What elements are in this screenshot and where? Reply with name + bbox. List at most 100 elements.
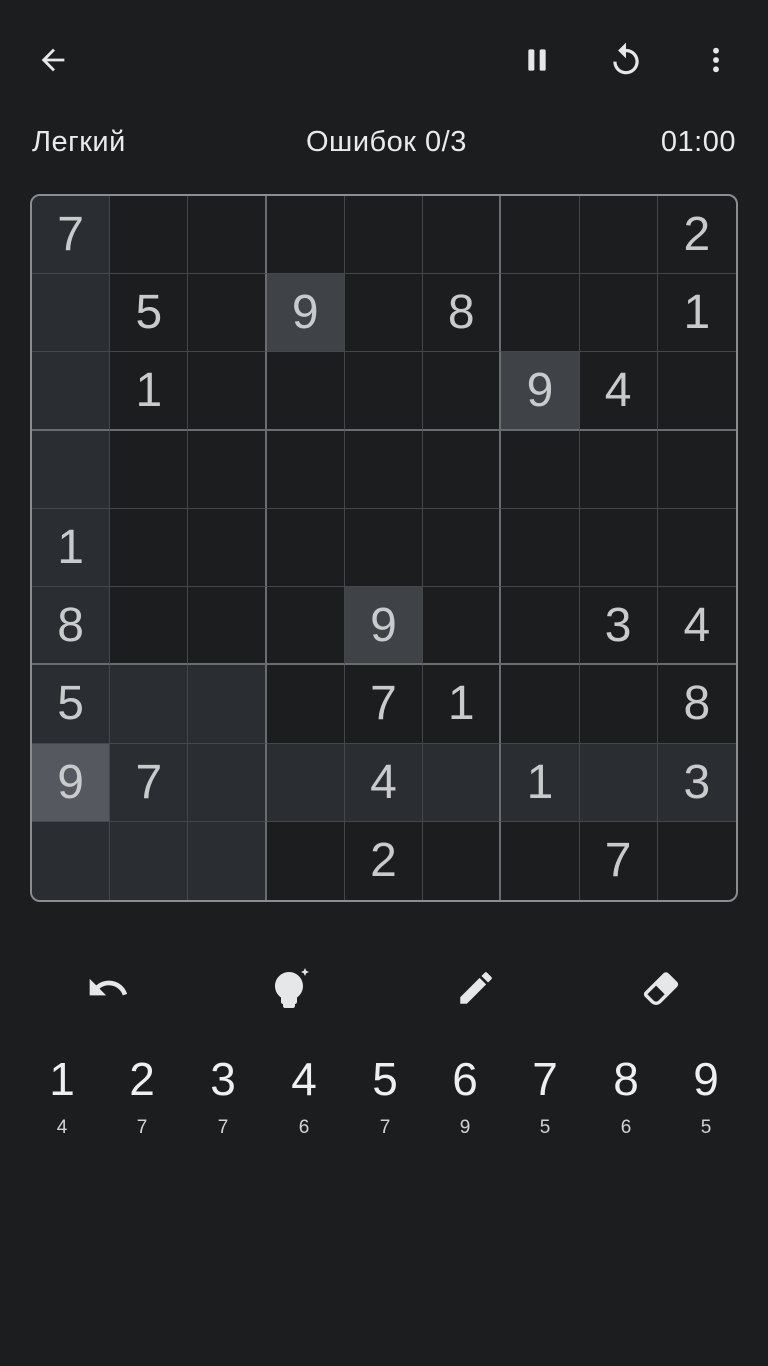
more-menu-button[interactable]: [688, 32, 744, 88]
cell-r6c2[interactable]: [110, 587, 189, 666]
cell-r4c6[interactable]: [423, 430, 502, 509]
cell-r7c6[interactable]: 1: [423, 665, 502, 744]
numpad-key-2[interactable]: 27: [102, 1045, 182, 1150]
cell-r6c3[interactable]: [188, 587, 267, 666]
cell-r9c4[interactable]: [267, 821, 345, 900]
cell-r5c2[interactable]: [110, 508, 189, 588]
cell-r4c9[interactable]: [657, 431, 736, 509]
cell-r6c1[interactable]: 8: [32, 587, 111, 666]
cell-r4c3[interactable]: [188, 430, 267, 509]
cell-r7c7[interactable]: [501, 665, 580, 744]
cell-r8c1[interactable]: 9: [32, 743, 111, 822]
cell-r2c8[interactable]: [579, 274, 658, 353]
cell-r1c2[interactable]: [110, 196, 189, 275]
cell-r9c8[interactable]: 7: [580, 821, 658, 900]
numpad-key-9[interactable]: 95: [666, 1045, 746, 1150]
cell-r8c2[interactable]: 7: [110, 743, 189, 822]
cell-r2c7[interactable]: [501, 274, 580, 353]
cell-r5c4[interactable]: [266, 508, 345, 588]
back-button[interactable]: [25, 32, 81, 88]
cell-r9c1[interactable]: [32, 821, 111, 900]
cell-r3c1[interactable]: [32, 352, 111, 431]
cell-r1c4[interactable]: [266, 196, 345, 275]
cell-r4c8[interactable]: [579, 430, 658, 509]
numpad-key-1[interactable]: 14: [22, 1045, 102, 1150]
numpad-remaining-count: 4: [56, 1117, 68, 1138]
cell-r4c7[interactable]: [501, 430, 580, 509]
cell-r2c3[interactable]: [188, 274, 267, 353]
cell-r3c9[interactable]: [657, 352, 736, 431]
cell-r9c5[interactable]: 2: [345, 821, 424, 900]
cell-r9c9[interactable]: [658, 822, 736, 900]
cell-r4c5[interactable]: [344, 430, 424, 509]
hint-button[interactable]: [254, 958, 324, 1018]
cell-r8c5[interactable]: 4: [344, 743, 424, 822]
cell-r7c1[interactable]: 5: [32, 665, 111, 744]
cell-r5c3[interactable]: [188, 508, 267, 588]
cell-r9c6[interactable]: [423, 821, 502, 900]
cell-r2c4[interactable]: 9: [266, 274, 345, 353]
cell-r3c7[interactable]: 9: [501, 352, 580, 431]
cell-r5c5[interactable]: [344, 508, 424, 588]
cell-r7c8[interactable]: [579, 665, 658, 744]
cell-r7c9[interactable]: 8: [657, 665, 736, 744]
numpad-key-3[interactable]: 37: [183, 1045, 263, 1150]
cell-r5c1[interactable]: 1: [32, 508, 111, 588]
cell-r7c2[interactable]: [110, 665, 189, 744]
cell-r5c6[interactable]: [423, 508, 502, 588]
cell-r8c4[interactable]: [266, 743, 345, 822]
restart-button[interactable]: [598, 32, 654, 88]
cell-r1c3[interactable]: [188, 196, 267, 275]
cell-r2c2[interactable]: 5: [110, 274, 189, 353]
numpad-digit: 3: [210, 1053, 236, 1105]
cell-r1c9[interactable]: 2: [657, 196, 736, 275]
pause-button[interactable]: [509, 32, 565, 88]
cell-r2c5[interactable]: [344, 274, 424, 353]
cell-r3c8[interactable]: 4: [579, 352, 658, 431]
cell-r1c5[interactable]: [344, 196, 424, 275]
cell-r5c8[interactable]: [579, 508, 658, 588]
cell-r7c4[interactable]: [266, 665, 345, 744]
cell-r9c2[interactable]: [110, 821, 189, 900]
cell-r4c2[interactable]: [110, 430, 189, 509]
numpad-key-6[interactable]: 69: [425, 1045, 505, 1150]
cell-r9c7[interactable]: [501, 821, 580, 900]
cell-r2c1[interactable]: [32, 274, 111, 353]
cell-r5c7[interactable]: [501, 508, 580, 588]
numpad-key-5[interactable]: 57: [345, 1045, 425, 1150]
cell-r6c7[interactable]: [501, 587, 580, 666]
eraser-button[interactable]: [626, 958, 696, 1018]
cell-r7c3[interactable]: [188, 665, 267, 744]
cell-r6c8[interactable]: 3: [579, 587, 658, 666]
cell-r1c6[interactable]: [423, 196, 502, 275]
numpad-key-8[interactable]: 86: [586, 1045, 666, 1150]
numpad-key-4[interactable]: 46: [264, 1045, 344, 1150]
cell-r6c9[interactable]: 4: [657, 587, 736, 666]
cell-r3c2[interactable]: 1: [110, 352, 189, 431]
cell-r8c7[interactable]: 1: [501, 743, 580, 822]
cell-r6c5[interactable]: 9: [344, 587, 424, 666]
cell-r8c3[interactable]: [188, 743, 267, 822]
cell-r1c1[interactable]: 7: [32, 196, 111, 275]
cell-r8c6[interactable]: [423, 743, 502, 822]
cell-r8c8[interactable]: [579, 743, 658, 822]
pencil-button[interactable]: [441, 958, 511, 1018]
undo-button[interactable]: [73, 958, 143, 1018]
cell-r1c8[interactable]: [579, 196, 658, 275]
cell-r6c4[interactable]: [266, 587, 345, 666]
cell-r7c5[interactable]: 7: [344, 665, 424, 744]
cell-r2c6[interactable]: 8: [423, 274, 502, 353]
cell-r3c5[interactable]: [344, 352, 424, 431]
cell-r3c4[interactable]: [266, 352, 345, 431]
cell-r8c9[interactable]: 3: [657, 743, 736, 822]
cell-r2c9[interactable]: 1: [657, 274, 736, 353]
cell-r1c7[interactable]: [501, 196, 580, 275]
cell-r4c1[interactable]: [32, 430, 111, 509]
cell-r9c3[interactable]: [188, 821, 267, 900]
cell-r6c6[interactable]: [423, 587, 502, 666]
cell-r3c6[interactable]: [423, 352, 502, 431]
cell-r3c3[interactable]: [188, 352, 267, 431]
numpad-key-7[interactable]: 75: [505, 1045, 585, 1150]
cell-r5c9[interactable]: [657, 509, 736, 588]
cell-r4c4[interactable]: [266, 430, 345, 509]
